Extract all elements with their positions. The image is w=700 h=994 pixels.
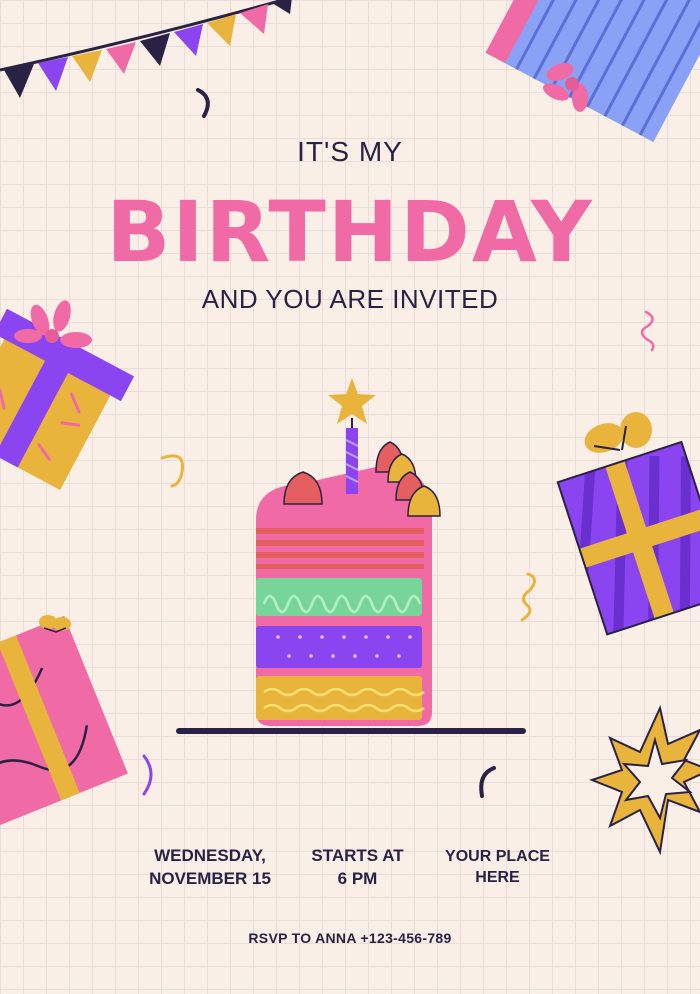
heading-invited: AND YOU ARE INVITED [201, 284, 499, 314]
event-place-line2: HERE [475, 869, 520, 886]
confetti-squiggle-pink [640, 310, 655, 352]
starburst-icon [589, 704, 700, 856]
event-time: STARTS AT 6 PM [280, 844, 435, 890]
event-time-label: STARTS AT [311, 846, 404, 865]
confetti-arc-navy [479, 766, 496, 798]
event-place-line1: YOUR PLACE [445, 848, 550, 865]
confetti-arc-yellow [160, 454, 185, 488]
confetti-squiggle-yellow [520, 572, 536, 622]
event-date-text: NOVEMBER 15 [149, 869, 271, 888]
cake-plate [176, 728, 526, 734]
star-icon [328, 378, 376, 424]
invitation-page: IT'S MY BIRTHDAY AND YOU ARE INVITED WED… [0, 0, 700, 994]
gift-box-purple [556, 440, 700, 636]
event-date: WEDNESDAY, NOVEMBER 15 [130, 844, 290, 890]
heading-intro: IT'S MY [297, 136, 403, 167]
gift-bow-yellow [584, 412, 652, 453]
rsvp-text: RSVP TO ANNA +123-456-789 [248, 930, 452, 946]
event-time-value: 6 PM [337, 869, 378, 888]
heading-birthday: BIRTHDAY [106, 183, 594, 281]
gift-box-blue [485, 0, 700, 142]
event-place: YOUR PLACE HERE [420, 846, 575, 888]
confetti-arc-purple [142, 754, 153, 796]
event-day: WEDNESDAY, [154, 846, 266, 865]
gift-box-pink [0, 615, 128, 838]
bunting-banner [0, 0, 292, 98]
confetti-swirl [196, 88, 210, 118]
